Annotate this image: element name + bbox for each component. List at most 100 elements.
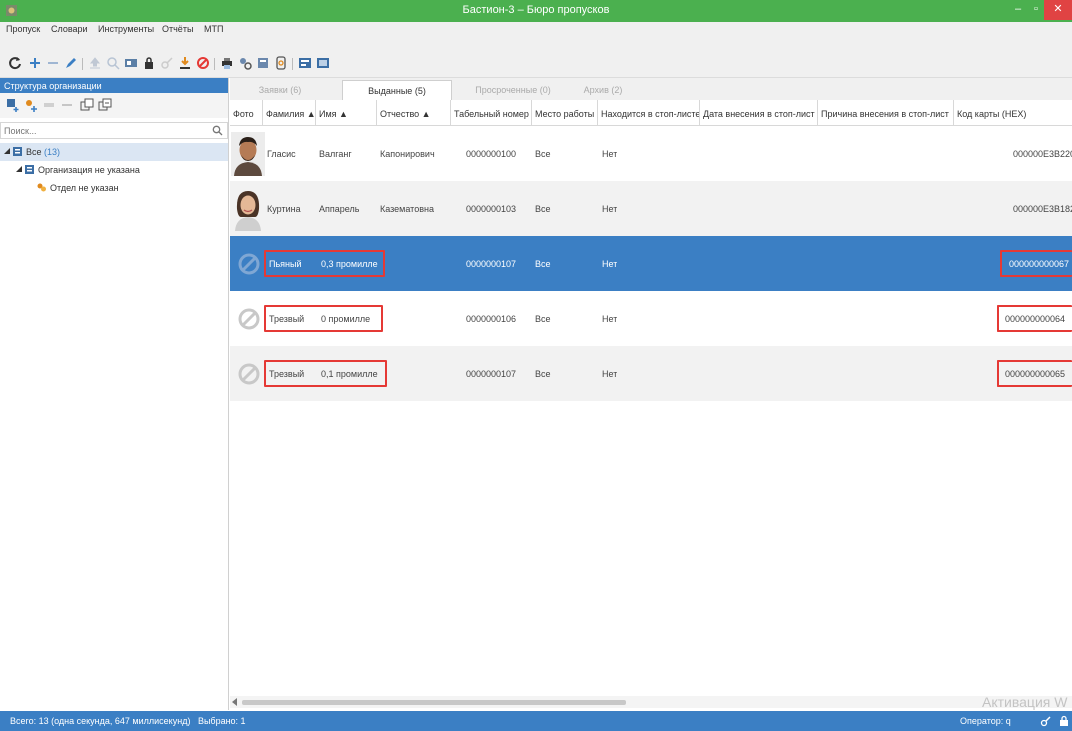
tree-item-all-label: Все bbox=[26, 147, 42, 157]
card-icon[interactable] bbox=[124, 56, 138, 70]
cell-card-hex: 000000000064 bbox=[1005, 314, 1066, 324]
table-row-selected[interactable]: Пьяный 0,3 промилле 0000000107 Все Нет 0… bbox=[230, 236, 1072, 291]
add-icon[interactable] bbox=[28, 56, 42, 70]
refresh-icon[interactable] bbox=[8, 56, 22, 70]
block-icon[interactable] bbox=[196, 56, 210, 70]
key-settings-icon[interactable] bbox=[1040, 715, 1052, 727]
tab-zayavki[interactable]: Заявки (6) bbox=[230, 80, 330, 100]
toolbar-separator bbox=[82, 58, 83, 70]
org-search-input[interactable] bbox=[1, 123, 201, 138]
menu-item-propusk[interactable]: Пропуск bbox=[6, 24, 40, 34]
table-row[interactable]: Трезвый 0,1 промилле 0000000107 Все Нет … bbox=[230, 346, 1072, 401]
cards-list-icon[interactable] bbox=[298, 56, 312, 70]
cell-workplace: Все bbox=[535, 369, 551, 379]
col-header-name[interactable]: Имя ▲ bbox=[316, 100, 377, 126]
tree-item-no-org[interactable]: Организация не указана bbox=[0, 161, 228, 179]
cell-tab-number: 0000000106 bbox=[466, 314, 517, 324]
key-icon[interactable] bbox=[160, 56, 174, 70]
tab-vydannye[interactable]: Выданные (5) bbox=[342, 80, 452, 100]
table-row[interactable]: Куртина Аппарель Казематовна 0000000103 … bbox=[230, 181, 1072, 236]
col-header-stoplist-reason[interactable]: Причина внесения в стоп-лист bbox=[818, 100, 954, 126]
col-header-stoplist[interactable]: Находится в стоп-листе bbox=[598, 100, 700, 126]
edit-icon[interactable] bbox=[64, 56, 78, 70]
horizontal-scrollbar[interactable] bbox=[230, 696, 1072, 708]
fingerprint-icon[interactable] bbox=[274, 56, 288, 70]
cell-name: 0,1 промилле bbox=[321, 369, 378, 379]
cell-card-hex: 000000000067 bbox=[1009, 259, 1070, 269]
col-header-stoplist-date[interactable]: Дата внесения в стоп-лист bbox=[700, 100, 818, 126]
col-header-patronymic[interactable]: Отчество ▲ bbox=[377, 100, 451, 126]
col-header-photo[interactable]: Фото bbox=[230, 100, 263, 126]
cell-name: Аппарель bbox=[319, 204, 360, 214]
cell-workplace: Все bbox=[535, 259, 551, 269]
tab-prosrochennye[interactable]: Просроченные (0) bbox=[458, 80, 568, 100]
grid-header: Фото Фамилия ▲ Имя ▲ Отчество ▲ Табельны… bbox=[230, 100, 1072, 126]
cell-stoplist: Нет bbox=[602, 259, 618, 269]
cards-export-icon[interactable] bbox=[316, 56, 330, 70]
close-button[interactable]: ✕ bbox=[1044, 0, 1072, 20]
cell-name: 0,3 промилле bbox=[321, 259, 378, 269]
col-header-surname[interactable]: Фамилия ▲ bbox=[263, 100, 316, 126]
cell-workplace: Все bbox=[535, 314, 551, 324]
man-photo bbox=[231, 132, 265, 176]
delete-org-icon[interactable] bbox=[60, 98, 74, 112]
maximize-button[interactable]: ▫ bbox=[1029, 0, 1043, 20]
users-search-icon[interactable] bbox=[238, 56, 252, 70]
remove-icon[interactable] bbox=[46, 56, 60, 70]
scrollbar-thumb[interactable] bbox=[242, 700, 626, 705]
menu-bar: Пропуск Словари Инструменты Отчёты МТП bbox=[0, 22, 1072, 36]
tree-item-no-department[interactable]: Отдел не указан bbox=[0, 179, 228, 197]
collapse-all-icon[interactable] bbox=[98, 98, 112, 112]
cell-stoplist: Нет bbox=[602, 314, 618, 324]
cell-surname: Трезвый bbox=[269, 369, 305, 379]
org-building-icon bbox=[25, 165, 34, 174]
menu-item-mtp[interactable]: МТП bbox=[204, 24, 223, 34]
lock-icon[interactable] bbox=[142, 56, 156, 70]
menu-item-slovari[interactable]: Словари bbox=[51, 24, 88, 34]
print-icon[interactable] bbox=[220, 56, 234, 70]
cell-surname: Пьяный bbox=[269, 259, 302, 269]
edit-org-icon[interactable] bbox=[42, 98, 56, 112]
expand-all-icon[interactable] bbox=[80, 98, 94, 112]
no-photo-icon bbox=[238, 253, 260, 275]
cell-workplace: Все bbox=[535, 204, 551, 214]
cell-surname: Куртина bbox=[267, 204, 301, 214]
no-photo-icon bbox=[238, 363, 260, 385]
col-header-workplace[interactable]: Место работы bbox=[532, 100, 598, 126]
menu-item-instrumenty[interactable]: Инструменты bbox=[98, 24, 154, 34]
add-org-icon[interactable] bbox=[6, 98, 20, 112]
cell-surname: Трезвый bbox=[269, 314, 305, 324]
cell-card-hex: 000000000065 bbox=[1005, 369, 1066, 379]
upload-icon[interactable] bbox=[88, 56, 102, 70]
org-structure-header: Структура организации bbox=[0, 78, 228, 93]
tab-bar: Заявки (6) Выданные (5) Просроченные (0)… bbox=[230, 78, 1072, 100]
download-icon[interactable] bbox=[178, 56, 192, 70]
tree-expanded-icon[interactable] bbox=[16, 166, 22, 172]
status-operator: Оператор: q bbox=[960, 716, 1011, 726]
tree-expanded-icon[interactable] bbox=[4, 148, 10, 154]
search-icon[interactable] bbox=[212, 125, 223, 136]
org-structure-panel: Структура организации Все (13) Организац… bbox=[0, 78, 229, 710]
cell-stoplist: Нет bbox=[602, 149, 618, 159]
sidebar-toolbar bbox=[0, 93, 228, 118]
tree-item-all[interactable]: Все (13) bbox=[0, 143, 228, 161]
cell-tab-number: 0000000103 bbox=[466, 204, 517, 214]
lock-status-icon[interactable] bbox=[1058, 715, 1070, 727]
col-header-card-hex[interactable]: Код карты (HEX) bbox=[954, 100, 1072, 126]
tree-item-all-count: (13) bbox=[44, 147, 61, 157]
minimize-button[interactable]: – bbox=[1011, 0, 1025, 20]
add-department-icon[interactable] bbox=[24, 98, 38, 112]
cell-tab-number: 0000000100 bbox=[466, 149, 517, 159]
passes-grid: Гласис Валганг Капонирович 0000000100 Вс… bbox=[230, 126, 1072, 696]
zoom-in-icon[interactable] bbox=[106, 56, 120, 70]
cell-stoplist: Нет bbox=[602, 204, 618, 214]
table-row[interactable]: Гласис Валганг Капонирович 0000000100 Вс… bbox=[230, 126, 1072, 181]
menu-item-otchety[interactable]: Отчёты bbox=[162, 24, 193, 34]
table-row[interactable]: Трезвый 0 промилле 0000000106 Все Нет 00… bbox=[230, 291, 1072, 346]
col-header-tab-number[interactable]: Табельный номер bbox=[451, 100, 532, 126]
cell-patronymic: Казематовна bbox=[380, 204, 434, 214]
toolbar-separator bbox=[214, 58, 215, 70]
tab-arhiv[interactable]: Архив (2) bbox=[568, 80, 638, 100]
scroll-left-icon[interactable] bbox=[232, 698, 238, 706]
report-icon[interactable] bbox=[256, 56, 270, 70]
